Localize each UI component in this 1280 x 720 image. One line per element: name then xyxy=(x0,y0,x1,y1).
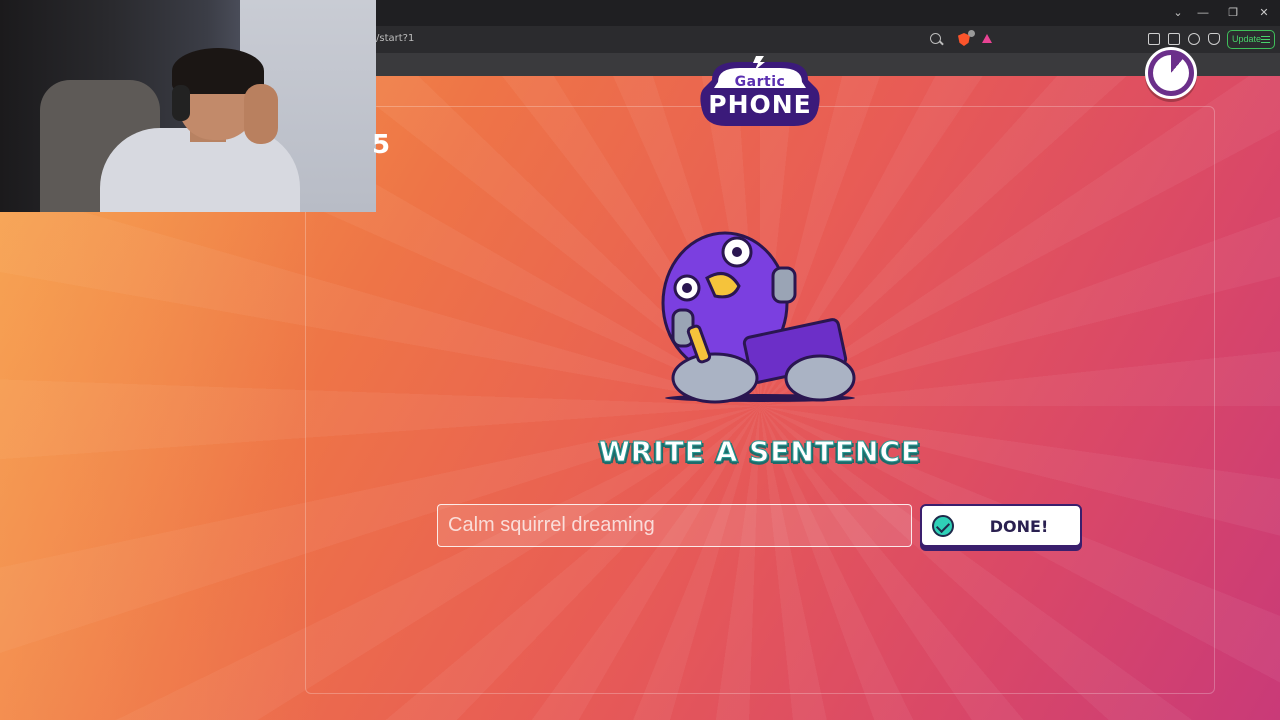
menu-icon xyxy=(1261,36,1270,43)
update-button[interactable]: Update xyxy=(1227,30,1275,49)
minimize-icon[interactable]: — xyxy=(1193,4,1213,22)
sentence-input[interactable] xyxy=(437,504,912,547)
prompt-title: WRITE A SENTENCE xyxy=(598,435,922,469)
restore-icon[interactable]: ❐ xyxy=(1223,4,1243,22)
address-bar[interactable]: /start?1 xyxy=(376,33,414,44)
timer-clock-icon xyxy=(1153,55,1189,91)
cam-person-hand xyxy=(244,84,278,144)
chevron-down-icon[interactable]: ⌄ xyxy=(1168,4,1188,22)
shields-badge xyxy=(968,30,975,37)
logo-phone-text: PHONE xyxy=(708,90,812,119)
zoom-icon[interactable] xyxy=(930,33,941,44)
gartic-phone-logo: Gartic PHONE xyxy=(698,54,822,132)
sidebar-icon[interactable] xyxy=(1148,33,1160,45)
leo-ai-icon[interactable] xyxy=(1188,33,1200,45)
vpn-shield-icon[interactable] xyxy=(1208,33,1220,45)
webcam-overlay xyxy=(0,0,376,212)
checkmark-icon xyxy=(932,515,954,537)
update-label: Update xyxy=(1232,34,1262,44)
brave-rewards-icon[interactable] xyxy=(982,34,992,43)
done-label: DONE! xyxy=(989,517,1049,536)
logo-gartic-text: Gartic xyxy=(734,74,786,90)
partial-player-number: 5 xyxy=(372,130,391,160)
character-illustration xyxy=(661,231,856,404)
close-icon[interactable]: ✕ xyxy=(1254,4,1274,22)
cam-headset xyxy=(172,85,190,121)
done-button[interactable]: DONE! xyxy=(920,504,1082,547)
round-timer xyxy=(1145,47,1197,99)
wallet-icon[interactable] xyxy=(1168,33,1180,45)
